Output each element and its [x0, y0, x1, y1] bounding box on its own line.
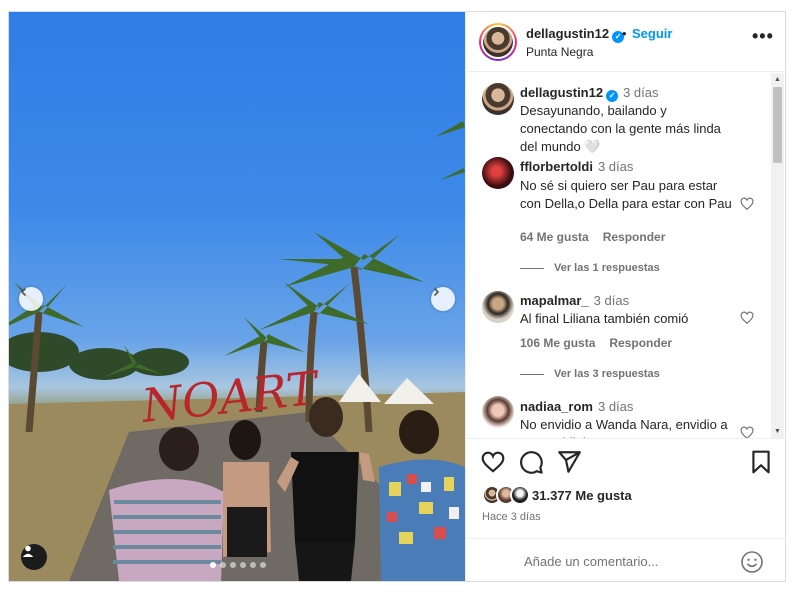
like-heart-icon[interactable] [480, 449, 506, 475]
comment-text: No envidio a Wanda Nara, envidio a Pau B… [520, 417, 728, 438]
view-replies-button[interactable]: Ver las 1 respuestas [520, 262, 660, 274]
comments-list[interactable]: dellagustin12 ✓ 3 días Desayunando, bailan… [466, 73, 786, 438]
comments-scrollbar[interactable]: ▲ ▼ [771, 73, 784, 438]
emoji-icon[interactable] [740, 550, 764, 574]
comment-avatar[interactable] [482, 157, 514, 189]
save-bookmark-icon[interactable] [748, 449, 774, 475]
tagged-users-button[interactable] [21, 544, 47, 570]
user-icon [22, 545, 34, 557]
comment-username[interactable]: nadiaa_rom 3 días [520, 399, 633, 414]
comment-meta: 64 Me gusta Responder [520, 230, 679, 244]
scroll-up-icon[interactable]: ▲ [773, 75, 782, 84]
photo-scene: NOART [9, 121, 465, 581]
carousel-indicator [210, 562, 266, 568]
carousel-dot [240, 562, 246, 568]
comment-meta: 106 Me gusta Responder [520, 336, 686, 350]
instagram-post: NOART dellagustin12 ✓ • Seguir Punta Neg… [8, 11, 786, 582]
chevron-right-icon [433, 287, 440, 297]
comment-time: 3 días [597, 159, 634, 174]
comment-avatar[interactable] [482, 396, 514, 428]
view-replies-button[interactable]: Ver las 3 respuestas [520, 368, 660, 380]
carousel-dot [250, 562, 256, 568]
likes-count[interactable]: 31.377 Me gusta [532, 488, 632, 503]
reply-button[interactable]: Responder [609, 336, 672, 350]
scrollbar-thumb[interactable] [773, 87, 782, 163]
carousel-dot [210, 562, 216, 568]
author-username[interactable]: dellagustin12 ✓ [526, 26, 625, 43]
post-panel: dellagustin12 ✓ • Seguir Punta Negra ••• … [465, 12, 786, 581]
story-ring[interactable] [479, 23, 517, 61]
comment-bubble-icon[interactable] [518, 449, 544, 475]
location-link[interactable]: Punta Negra [526, 45, 593, 59]
caption-text: Desayunando, bailando y conectando con l… [520, 103, 721, 154]
comment-text: Al final Liliana también comió [520, 311, 689, 326]
avatar [483, 27, 513, 57]
post-header: dellagustin12 ✓ • Seguir Punta Negra ••• [466, 12, 786, 72]
heart-icon[interactable] [740, 197, 754, 211]
carousel-prev-button[interactable] [19, 287, 43, 311]
comment-time: 3 días [597, 399, 634, 414]
carousel-dot [260, 562, 266, 568]
post-timestamp[interactable]: Hace 3 días [482, 511, 541, 523]
post-photo[interactable]: NOART [9, 12, 465, 581]
post-actions: 31.377 Me gusta Hace 3 días Añade un com… [466, 438, 786, 581]
add-comment-bar: Añade un comentario... [466, 538, 786, 582]
avatar [510, 485, 530, 505]
chevron-left-icon [20, 287, 27, 297]
scroll-down-icon[interactable]: ▼ [773, 427, 782, 436]
heart-icon[interactable] [740, 311, 754, 325]
comment-input[interactable]: Añade un comentario... [524, 554, 658, 569]
reply-button[interactable]: Responder [603, 230, 666, 244]
heart-icon[interactable] [740, 426, 754, 438]
comment-likes[interactable]: 106 Me gusta [520, 336, 595, 350]
carousel-next-button[interactable] [431, 287, 455, 311]
comment-time: 3 días [593, 293, 630, 308]
share-send-icon[interactable] [556, 449, 582, 475]
comment-likes[interactable]: 64 Me gusta [520, 230, 589, 244]
comment-text: No sé si quiero ser Pau para estar con D… [520, 178, 732, 211]
carousel-dot [230, 562, 236, 568]
follow-button[interactable]: Seguir [632, 26, 672, 41]
comment-username[interactable]: mapalmar_ 3 días [520, 293, 629, 308]
comment-avatar[interactable] [482, 291, 514, 323]
header-separator: • [622, 26, 627, 41]
caption-avatar[interactable] [482, 83, 514, 115]
verified-badge-icon: ✓ [606, 90, 619, 102]
more-options-button[interactable]: ••• [752, 26, 774, 47]
caption-username[interactable]: dellagustin12 ✓ 3 días [520, 85, 659, 102]
carousel-dot [220, 562, 226, 568]
caption-time: 3 días [623, 85, 659, 100]
comment-username[interactable]: fflorbertoldi 3 días [520, 159, 633, 174]
